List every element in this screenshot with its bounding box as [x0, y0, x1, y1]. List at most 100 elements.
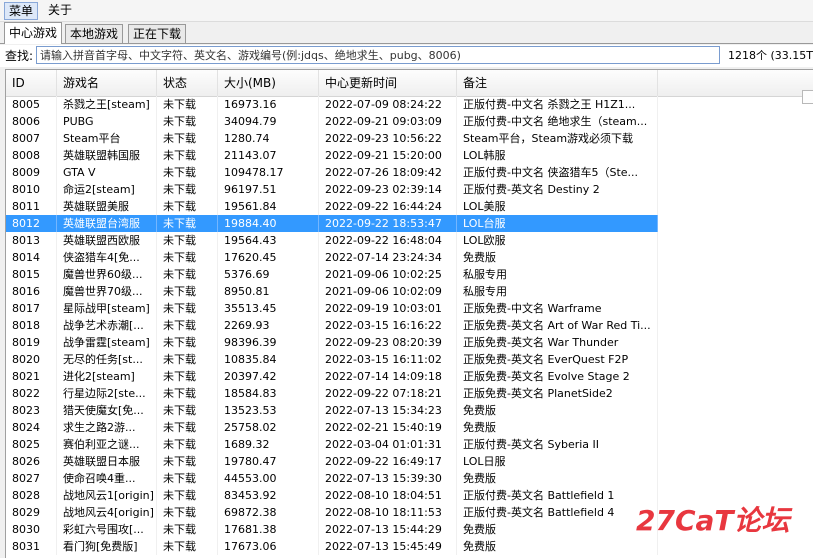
cell-update-time: 2022-09-22 18:53:47 — [319, 215, 457, 232]
table-row[interactable]: 8009 GTA V 未下载 109478.17 2022-07-26 18:09:42… — [6, 164, 658, 181]
cell-notes: 正版付费-英文名 Destiny 2 — [457, 181, 658, 198]
table-row[interactable]: 8022 行星边际2[ste... 未下载 18584.83 2022-09-22 07… — [6, 385, 658, 402]
cell-id: 8016 — [6, 283, 57, 300]
table-row[interactable]: 8029 战地风云4[origin] 未下载 69872.38 2022-08-10 1… — [6, 504, 658, 521]
cell-name: 侠盗猎车4[免... — [57, 249, 157, 266]
cell-name: PUBG — [57, 113, 157, 130]
cell-id: 8013 — [6, 232, 57, 249]
watermark-text: 27CaT论坛 — [636, 504, 794, 537]
search-input[interactable] — [36, 46, 720, 64]
column-header-size[interactable]: 大小(MB) — [218, 70, 319, 96]
table-row[interactable]: 8010 命运2[steam] 未下载 96197.51 2022-09-23 02:3… — [6, 181, 658, 198]
cell-update-time: 2022-08-10 18:11:53 — [319, 504, 457, 521]
column-header-name[interactable]: 游戏名 — [57, 70, 157, 96]
cell-size: 96197.51 — [218, 181, 319, 198]
cell-size: 10835.84 — [218, 351, 319, 368]
table-row[interactable]: 8019 战争雷霆[steam] 未下载 98396.39 2022-09-23 08:… — [6, 334, 658, 351]
table-row[interactable]: 8027 使命召唤4重... 未下载 44553.00 2022-07-13 15:39… — [6, 470, 658, 487]
table-row[interactable]: 8017 星际战甲[steam] 未下载 35513.45 2022-09-19 10:… — [6, 300, 658, 317]
table-row[interactable]: 8014 侠盗猎车4[免... 未下载 17620.45 2022-07-14 23:2… — [6, 249, 658, 266]
column-header-id[interactable]: ID — [6, 70, 57, 96]
cell-update-time: 2022-09-22 07:18:21 — [319, 385, 457, 402]
table-row[interactable]: 8031 看门狗[免费版] 未下载 17673.06 2022-07-13 15:45:… — [6, 538, 658, 555]
cell-name: 赛伯利亚之谜... — [57, 436, 157, 453]
cell-notes: LOL韩服 — [457, 147, 658, 164]
table-row[interactable]: 8021 进化2[steam] 未下载 20397.42 2022-07-14 14:0… — [6, 368, 658, 385]
table-row[interactable]: 8018 战争艺术赤潮[... 未下载 2269.93 2022-03-15 16:16… — [6, 317, 658, 334]
table-row[interactable]: 8026 英雄联盟日本服 未下载 19780.47 2022-09-22 16:49:1… — [6, 453, 658, 470]
cell-notes: 正版免费-英文名 Evolve Stage 2 — [457, 368, 658, 385]
table-row[interactable]: 8008 英雄联盟韩国服 未下载 21143.07 2022-09-21 15:20:0… — [6, 147, 658, 164]
cell-name: 战地风云1[origin] — [57, 487, 157, 504]
cell-id: 8012 — [6, 215, 57, 232]
table-row[interactable]: 8005 杀戮之王[steam] 未下载 16973.16 2022-07-09 08:… — [6, 96, 658, 113]
cell-notes: 私服专用 — [457, 266, 658, 283]
cell-size: 35513.45 — [218, 300, 319, 317]
cell-status: 未下载 — [157, 232, 218, 249]
cell-notes: Steam平台，Steam游戏必须下载 — [457, 130, 658, 147]
column-header-status[interactable]: 状态 — [157, 70, 218, 96]
cell-size: 34094.79 — [218, 113, 319, 130]
table-row[interactable]: 8006 PUBG 未下载 34094.79 2022-09-21 09:03:09 正版… — [6, 113, 658, 130]
cell-status: 未下载 — [157, 368, 218, 385]
table-header: ID 游戏名 状态 大小(MB) 中心更新时间 备注 — [6, 70, 813, 97]
cell-size: 25758.02 — [218, 419, 319, 436]
cell-id: 8008 — [6, 147, 57, 164]
table-row[interactable]: 8012 英雄联盟台湾服 未下载 19884.40 2022-09-22 18:53:4… — [6, 215, 658, 232]
table-row[interactable]: 8020 无尽的任务[st... 未下载 10835.84 2022-03-15 16:… — [6, 351, 658, 368]
cell-id: 8023 — [6, 402, 57, 419]
table-row[interactable]: 8013 英雄联盟西欧服 未下载 19564.43 2022-09-22 16:48:0… — [6, 232, 658, 249]
tab-downloading[interactable]: 正在下载 — [128, 24, 187, 43]
table-row[interactable]: 8016 魔兽世界70级... 未下载 8950.81 2021-09-06 10:02… — [6, 283, 658, 300]
table-row[interactable]: 8007 Steam平台 未下载 1280.74 2022-09-23 10:56:22… — [6, 130, 658, 147]
cell-id: 8019 — [6, 334, 57, 351]
table-row[interactable]: 8025 赛伯利亚之谜... 未下载 1689.32 2022-03-04 01:01:… — [6, 436, 658, 453]
table-row[interactable]: 8011 英雄联盟美服 未下载 19561.84 2022-09-22 16:44:24… — [6, 198, 658, 215]
cell-update-time: 2022-09-23 10:56:22 — [319, 130, 457, 147]
tab-center-games[interactable]: 中心游戏 — [4, 22, 63, 44]
menu-about[interactable]: 关于 — [44, 2, 76, 18]
cell-name: 使命召唤4重... — [57, 470, 157, 487]
cell-notes: 私服专用 — [457, 283, 658, 300]
cell-notes: 免费版 — [457, 521, 658, 538]
scroll-handle[interactable] — [802, 90, 813, 104]
cell-id: 8010 — [6, 181, 57, 198]
menu-bar: 菜单 关于 — [0, 0, 813, 22]
cell-notes: LOL台服 — [457, 215, 658, 232]
tab-local-games[interactable]: 本地游戏 — [65, 24, 124, 43]
cell-name: 英雄联盟西欧服 — [57, 232, 157, 249]
cell-status: 未下载 — [157, 470, 218, 487]
cell-notes: 免费版 — [457, 470, 658, 487]
cell-status: 未下载 — [157, 300, 218, 317]
cell-update-time: 2022-07-09 08:24:22 — [319, 96, 457, 113]
menu-main[interactable]: 菜单 — [4, 2, 39, 20]
cell-size: 19564.43 — [218, 232, 319, 249]
cell-name: 无尽的任务[st... — [57, 351, 157, 368]
table-row[interactable]: 8024 求生之路2游... 未下载 25758.02 2022-02-21 15:40… — [6, 419, 658, 436]
table-row[interactable]: 8028 战地风云1[origin] 未下载 83453.92 2022-08-10 1… — [6, 487, 658, 504]
column-header-notes[interactable]: 备注 — [457, 70, 658, 96]
cell-size: 21143.07 — [218, 147, 319, 164]
cell-notes: 正版免费-中文名 Warframe — [457, 300, 658, 317]
cell-status: 未下载 — [157, 521, 218, 538]
cell-notes: 免费版 — [457, 249, 658, 266]
cell-id: 8026 — [6, 453, 57, 470]
cell-status: 未下载 — [157, 436, 218, 453]
cell-update-time: 2022-07-14 23:24:34 — [319, 249, 457, 266]
table-row[interactable]: 8015 魔兽世界60级... 未下载 5376.69 2021-09-06 10:02… — [6, 266, 658, 283]
cell-name: 战地风云4[origin] — [57, 504, 157, 521]
cell-size: 20397.42 — [218, 368, 319, 385]
cell-name: GTA V — [57, 164, 157, 181]
cell-status: 未下载 — [157, 317, 218, 334]
table-row[interactable]: 8023 猎天使魔女[免... 未下载 13523.53 2022-07-13 15:3… — [6, 402, 658, 419]
cell-id: 8029 — [6, 504, 57, 521]
cell-notes: 免费版 — [457, 402, 658, 419]
column-header-update-time[interactable]: 中心更新时间 — [319, 70, 457, 96]
tab-bar: 中心游戏 本地游戏 正在下载 — [0, 22, 813, 44]
cell-notes: 正版付费-英文名 Battlefield 4 — [457, 504, 658, 521]
cell-name: Steam平台 — [57, 130, 157, 147]
cell-size: 2269.93 — [218, 317, 319, 334]
game-count-text: 1218个 (33.15TB — [728, 49, 813, 62]
table-row[interactable]: 8030 彩虹六号围攻[... 未下载 17681.38 2022-07-13 15:4… — [6, 521, 658, 538]
cell-notes: LOL日服 — [457, 453, 658, 470]
